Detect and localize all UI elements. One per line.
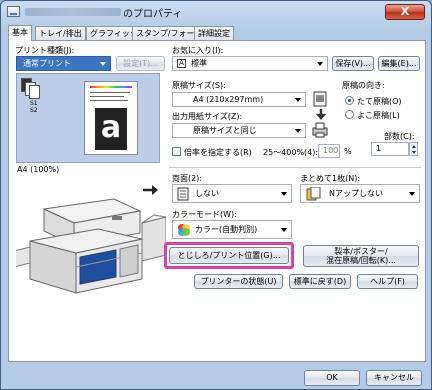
properties-window: のプロパティ X 基本 トレイ/排出 グラフィックス スタンプ/フォーム 詳細設…	[0, 0, 432, 390]
portrait-label: たて原稿(O)	[357, 97, 402, 106]
landscape-label: よこ原稿(L)	[357, 111, 400, 120]
save-favorite-button[interactable]: 保存(V)...	[332, 56, 374, 71]
tab-tray-output[interactable]: トレイ/排出	[35, 26, 86, 40]
color-mode-value: カラー(自動判別)	[195, 225, 258, 234]
duplex-dropdown[interactable]: しない	[172, 184, 292, 203]
divider	[169, 167, 421, 168]
restore-defaults-button[interactable]: 標準に戻す(D)	[289, 274, 351, 289]
paper-size-label: 原稿サイズ(S):	[172, 81, 226, 90]
nup-pages-icon	[306, 187, 321, 201]
favorites-label: お気に入り(I):	[172, 46, 224, 55]
mini-page-label-2: S2	[30, 107, 38, 114]
single-sided-icon	[177, 187, 189, 201]
landscape-radio[interactable]	[345, 110, 354, 119]
print-settings-button[interactable]: 設定(T)...	[116, 56, 165, 71]
chevron-down-icon	[295, 98, 301, 102]
output-size-label: 出力用紙サイズ(Z):	[172, 112, 243, 121]
copies-spinner[interactable]	[409, 142, 418, 156]
mini-page-label-1: S1	[30, 100, 38, 107]
nup-dropdown[interactable]: Nアップしない	[300, 184, 420, 203]
paper-size-value: A4 (210x297mm)	[193, 95, 264, 104]
scale-unit-label: %	[344, 147, 352, 156]
portrait-radio[interactable]	[345, 96, 354, 105]
layout-preview: S1 S2 a	[16, 73, 160, 163]
basic-settings-panel: プリント種類(J): 通常プリント 設定(T)... S1 S2 a A4 (1…	[8, 40, 426, 362]
print-type-dropdown[interactable]: 通常プリント	[16, 56, 111, 71]
print-type-label: プリント種類(J):	[15, 46, 75, 55]
arrow-down-icon	[316, 109, 326, 120]
orientation-label: 原稿の向き:	[342, 81, 385, 90]
cancel-button[interactable]: キャンセル	[366, 370, 422, 386]
booklet-line-2: 混在原稿/回転(K)...	[326, 256, 396, 265]
duplex-label: 両面(2):	[172, 174, 203, 183]
paper-preview: a	[84, 81, 138, 155]
printer-status-button[interactable]: プリンターの状態(U)	[194, 274, 283, 289]
window-title: のプロパティ	[123, 9, 183, 20]
booklet-line-1: 製本/ポスター/	[334, 247, 388, 256]
duplex-value: しない	[195, 189, 219, 198]
color-palette-icon	[178, 224, 190, 236]
printer-app-icon	[7, 6, 20, 17]
ok-button[interactable]: OK	[304, 370, 360, 386]
chevron-down-icon	[100, 62, 106, 66]
help-button[interactable]: ヘルプ(F)	[357, 274, 418, 289]
favorite-preset-icon: A	[177, 59, 186, 68]
scale-range-label: 25〜400%(4):	[263, 148, 319, 157]
output-size-dropdown[interactable]: 原稿サイズと同じ	[172, 123, 306, 138]
multi-page-icon	[21, 78, 41, 99]
paper-size-dropdown[interactable]: A4 (210x297mm)	[172, 92, 306, 107]
printer-output-icon	[312, 122, 328, 138]
close-button[interactable]: X	[385, 4, 425, 20]
arrow-right-icon	[143, 185, 158, 195]
chevron-down-icon	[295, 129, 301, 133]
output-size-value: 原稿サイズと同じ	[193, 126, 257, 135]
chevron-down-icon	[317, 62, 323, 66]
binding-print-position-button[interactable]: とじしろ/プリント位置(G)...	[169, 247, 289, 264]
color-mode-label: カラーモード(W):	[172, 210, 237, 219]
color-mode-dropdown[interactable]: カラー(自動判別)	[172, 220, 292, 239]
copies-input[interactable]: 1	[371, 142, 409, 156]
printer-name-redacted	[25, 8, 121, 16]
booklet-poster-button[interactable]: 製本/ポスター/ 混在原稿/回転(K)...	[303, 245, 419, 267]
print-type-value: 通常プリント	[23, 59, 71, 68]
copies-label: 部数(C):	[384, 132, 415, 141]
nup-value: Nアップしない	[329, 189, 383, 198]
specify-scale-checkbox[interactable]	[172, 147, 181, 156]
chevron-down-icon	[281, 192, 287, 196]
document-size-icon	[313, 91, 327, 107]
tab-advanced[interactable]: 詳細設定	[194, 26, 234, 40]
chevron-down-icon	[281, 228, 287, 232]
edit-favorite-button[interactable]: 編集(E)...	[378, 56, 420, 71]
chevron-down-icon	[409, 192, 415, 196]
nup-label: まとめて1枚(N):	[300, 174, 361, 183]
preview-glyph: a	[95, 108, 127, 150]
favorites-dropdown[interactable]: A 標準	[172, 56, 328, 71]
title-bar: のプロパティ X	[1, 1, 431, 23]
scale-input[interactable]: 100	[318, 144, 340, 158]
color-bar	[90, 86, 132, 88]
specify-scale-label: 倍率を指定する(R)	[184, 148, 252, 157]
favorites-value: 標準	[191, 59, 207, 68]
tab-basic[interactable]: 基本	[8, 25, 32, 41]
